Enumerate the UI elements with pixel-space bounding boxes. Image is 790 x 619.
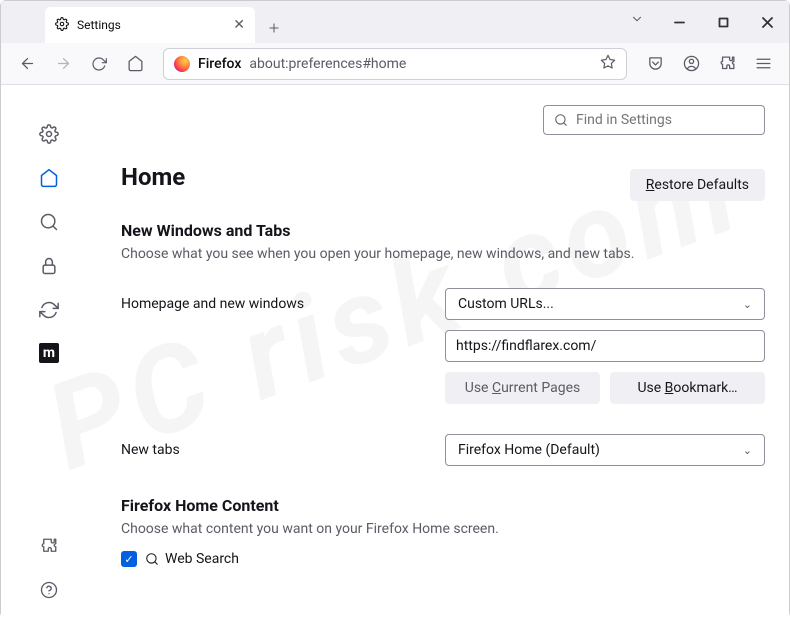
minimize-button[interactable] xyxy=(657,7,701,37)
pocket-icon[interactable] xyxy=(639,48,671,80)
newtabs-label: New tabs xyxy=(121,442,445,458)
tab-list-chevron-icon[interactable] xyxy=(630,11,644,30)
homepage-select-value: Custom URLs... xyxy=(458,296,554,312)
url-path: about:preferences#home xyxy=(249,56,406,72)
sidebar-item-sync[interactable] xyxy=(38,299,60,321)
section-desc-new-windows: Choose what you see when you open your h… xyxy=(121,246,765,262)
content-area: m Home Restore Defaults New Windows and … xyxy=(1,85,789,619)
chevron-down-icon: ⌄ xyxy=(743,444,752,457)
homepage-select[interactable]: Custom URLs... ⌄ xyxy=(445,288,765,320)
search-icon xyxy=(554,113,568,127)
close-tab-icon[interactable]: ✕ xyxy=(233,17,245,33)
settings-sidebar: m xyxy=(1,85,97,619)
url-identity: Firefox xyxy=(198,56,241,72)
account-icon[interactable] xyxy=(675,48,707,80)
search-icon xyxy=(145,552,159,566)
sidebar-item-home[interactable] xyxy=(38,167,60,189)
close-window-button[interactable] xyxy=(745,7,789,37)
restore-defaults-button[interactable]: Restore Defaults xyxy=(630,169,765,201)
section-desc-home-content: Choose what content you want on your Fir… xyxy=(121,521,765,537)
url-bar[interactable]: Firefox about:preferences#home xyxy=(163,48,627,80)
websearch-text: Web Search xyxy=(165,551,239,567)
websearch-checkbox[interactable]: ✓ xyxy=(121,551,137,567)
forward-button[interactable] xyxy=(47,48,79,80)
section-title-new-windows: New Windows and Tabs xyxy=(121,221,765,240)
reload-button[interactable] xyxy=(83,48,115,80)
search-settings-box[interactable] xyxy=(543,105,765,135)
maximize-button[interactable] xyxy=(701,7,745,37)
tab-title: Settings xyxy=(77,18,121,32)
toolbar: Firefox about:preferences#home xyxy=(1,43,789,85)
sidebar-item-privacy[interactable] xyxy=(38,255,60,277)
sidebar-item-help[interactable] xyxy=(38,579,60,601)
chevron-down-icon: ⌄ xyxy=(743,298,752,311)
search-settings-input[interactable] xyxy=(576,112,754,128)
newtabs-select[interactable]: Firefox Home (Default) ⌄ xyxy=(445,434,765,466)
sidebar-item-general[interactable] xyxy=(38,123,60,145)
sidebar-item-search[interactable] xyxy=(38,211,60,233)
back-button[interactable] xyxy=(11,48,43,80)
window-controls xyxy=(657,1,789,43)
bookmark-star-icon[interactable] xyxy=(600,54,616,74)
section-title-home-content: Firefox Home Content xyxy=(121,496,765,515)
homepage-label: Homepage and new windows xyxy=(121,296,445,312)
new-tab-button[interactable] xyxy=(259,13,289,43)
sidebar-item-more[interactable]: m xyxy=(39,343,59,363)
homepage-url-input[interactable] xyxy=(445,330,765,362)
websearch-label: Web Search xyxy=(145,551,239,567)
use-current-pages-button[interactable]: Use Current Pages xyxy=(445,372,600,404)
toolbar-home-button[interactable] xyxy=(119,48,151,80)
gear-icon xyxy=(55,17,69,34)
use-bookmark-button[interactable]: Use Bookmark… xyxy=(610,372,765,404)
sidebar-item-extensions[interactable] xyxy=(38,535,60,557)
main-panel: Home Restore Defaults New Windows and Ta… xyxy=(97,85,789,619)
extensions-icon[interactable] xyxy=(711,48,743,80)
app-menu-icon[interactable] xyxy=(747,48,779,80)
newtabs-select-value: Firefox Home (Default) xyxy=(458,442,600,458)
tab-settings[interactable]: Settings ✕ xyxy=(45,7,255,43)
firefox-logo-icon xyxy=(174,56,190,72)
